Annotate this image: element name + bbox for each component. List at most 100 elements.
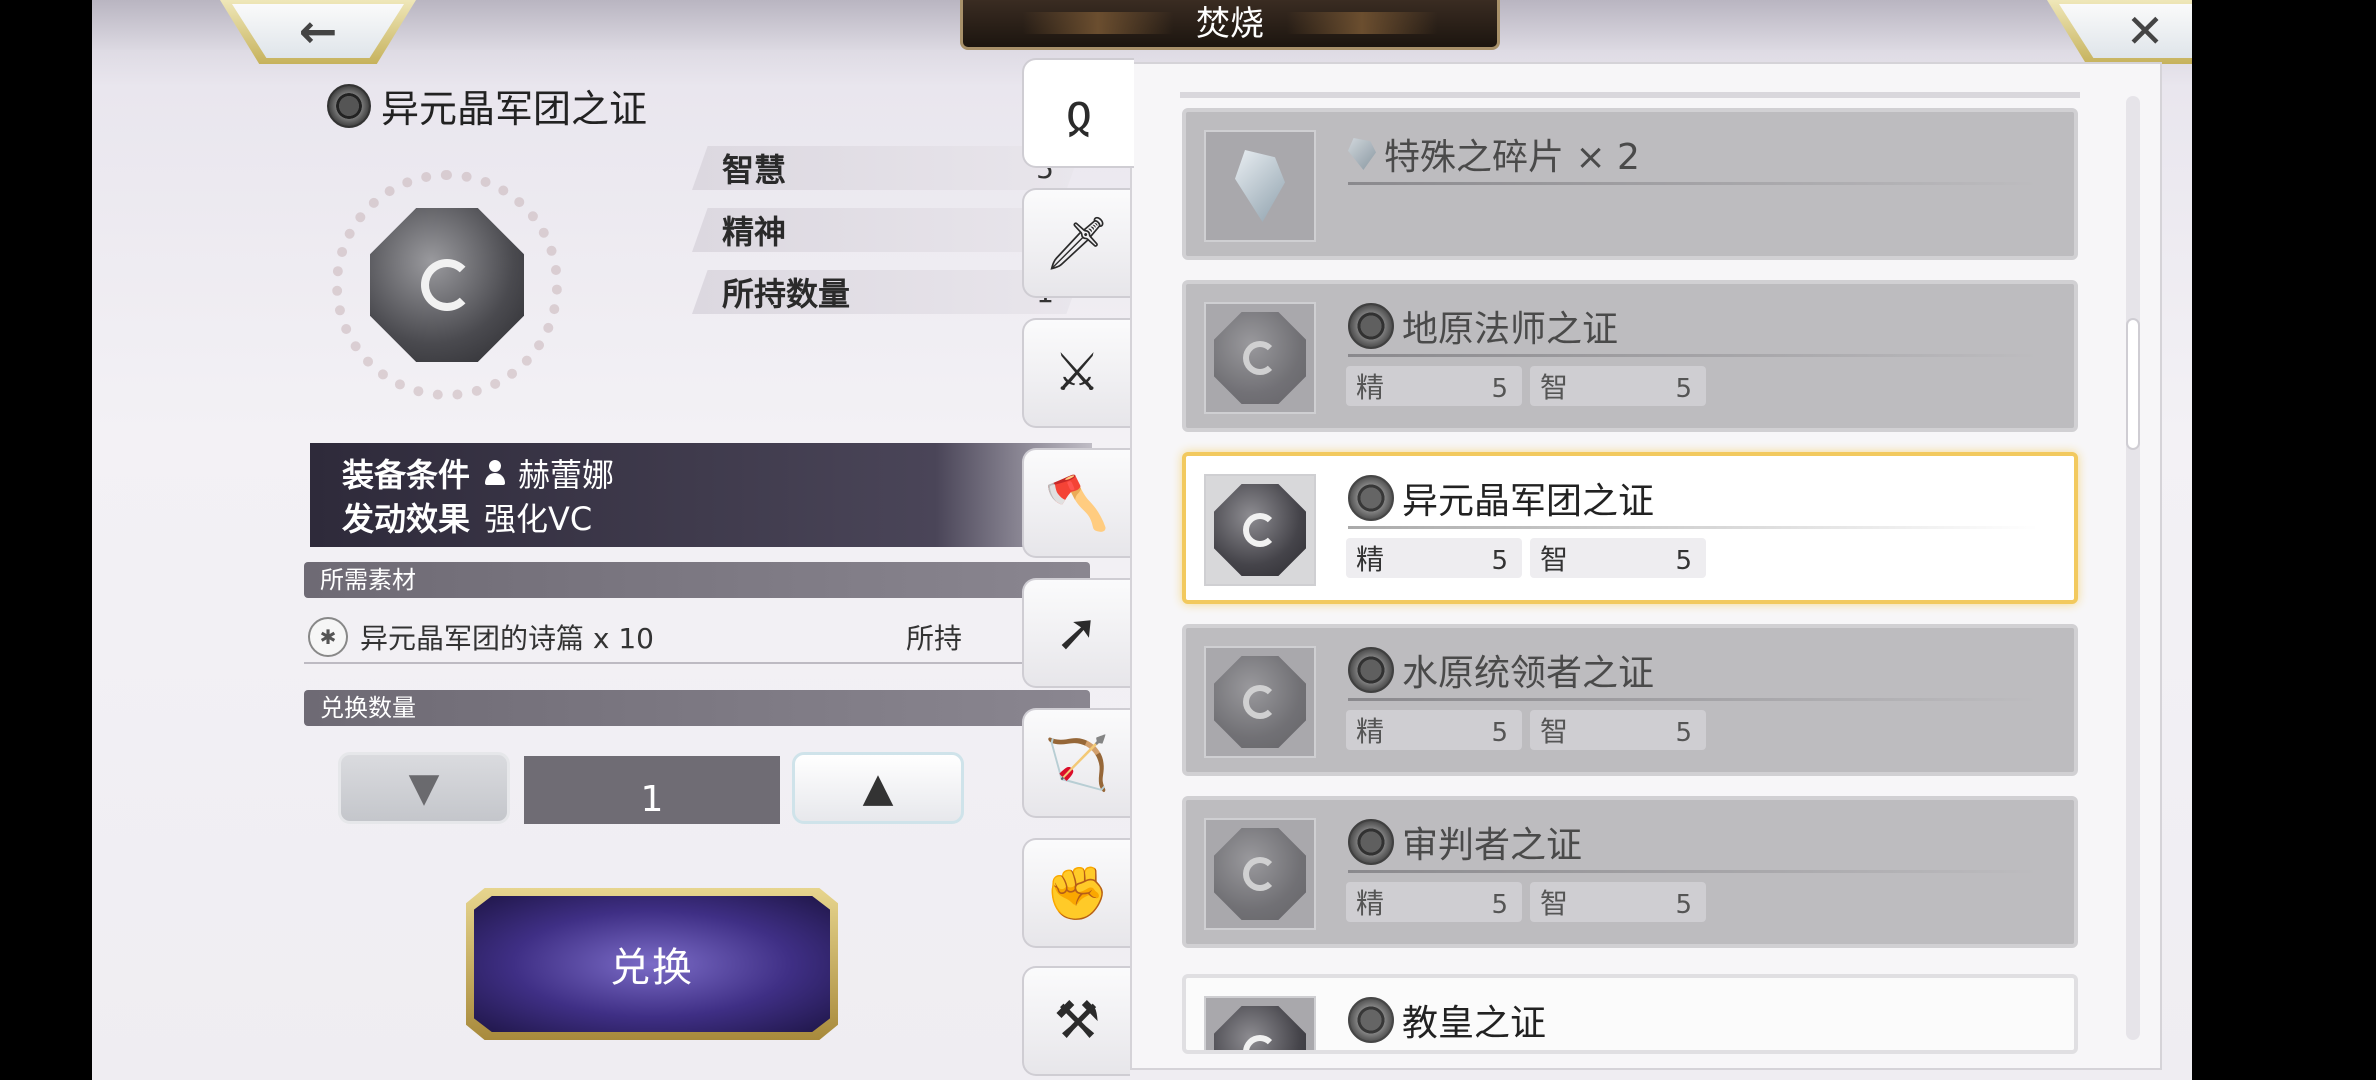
stat-value: 5 — [1491, 374, 1508, 404]
badge-emblem-icon — [1348, 475, 1394, 521]
stat-label: 智慧 — [722, 151, 787, 189]
tab-sword[interactable]: 🗡 — [1022, 188, 1130, 298]
crystal-shard-icon — [1235, 150, 1285, 222]
list-item-title: 水原统领者之证 — [1348, 644, 1654, 696]
gem-icon — [1214, 656, 1306, 748]
back-arrow-icon: ← — [232, 4, 404, 58]
exchange-button-label: 兑换 — [474, 896, 830, 1032]
stat-value: 5 — [1675, 546, 1692, 576]
exchange-button[interactable]: 兑换 — [466, 888, 838, 1040]
hammer-icon: ⚒ — [1053, 991, 1101, 1051]
item-thumbnail — [1204, 474, 1316, 586]
item-thumbnail — [1204, 302, 1316, 414]
stat-wisdom: 智5 — [1530, 710, 1706, 750]
increase-quantity-button[interactable]: ▲ — [792, 752, 964, 824]
character-icon — [484, 460, 506, 486]
list-item-pope[interactable]: 教皇之证 — [1182, 974, 2078, 1054]
close-icon: ✕ — [2059, 4, 2192, 58]
stat-spirit: 精5 — [1346, 538, 1522, 578]
stat-wisdom: 智5 — [1530, 882, 1706, 922]
list-item-title: 特殊之碎片 × 2 — [1348, 128, 1640, 180]
tab-spear[interactable]: ➚ — [1022, 578, 1130, 688]
item-thumbnail — [1204, 996, 1316, 1050]
stat-value: 5 — [1675, 890, 1692, 920]
list-item-special-shard[interactable]: 特殊之碎片 × 2 — [1182, 108, 2078, 260]
stat-value: 5 — [1675, 718, 1692, 748]
equip-conditions-panel: 装备条件 赫蕾娜 发动效果 强化VC — [310, 443, 1092, 547]
list-item-divider — [1348, 526, 2038, 529]
swirl-icon — [1243, 857, 1277, 891]
list-item-title: 教皇之证 — [1348, 994, 1546, 1046]
gem-icon — [1214, 312, 1306, 404]
list-scrollbar[interactable] — [2126, 96, 2140, 1040]
effect-value: 强化VC — [484, 500, 593, 538]
list-item-name: 特殊之碎片 × 2 — [1384, 137, 1640, 178]
tab-fist[interactable]: ✊ — [1022, 838, 1130, 948]
badge-emblem-icon — [1348, 303, 1394, 349]
tome-icon: ✱ — [308, 617, 348, 657]
chevron-up-icon: ▲ — [862, 765, 894, 811]
stat-label: 精 — [1356, 371, 1385, 404]
equip-condition-value: 赫蕾娜 — [518, 456, 615, 494]
swirl-icon — [1243, 685, 1277, 719]
stat-value: 5 — [1491, 546, 1508, 576]
list-item-earth-mage[interactable]: 地原法师之证 精5 智5 — [1182, 280, 2078, 432]
stat-value: 5 — [1675, 374, 1692, 404]
list-item-judge[interactable]: 审判者之证 精5 智5 — [1182, 796, 2078, 948]
materials-header: 所需素材 — [304, 562, 1090, 598]
item-thumbnail — [1204, 646, 1316, 758]
badge-emblem-icon — [1348, 647, 1394, 693]
game-screen: ← 焚烧 ✕ 异元晶军团之证 智慧 5 精神 5 所持数量 1 装备条件 赫蕾娜… — [92, 0, 2192, 1080]
stat-wisdom: 智5 — [1530, 538, 1706, 578]
material-row: ✱ 异元晶军团的诗篇 x 10 所持 23 — [304, 612, 1090, 664]
stat-wisdom: 智5 — [1530, 366, 1706, 406]
list-item-divider — [1348, 354, 2038, 357]
material-name: 异元晶军团的诗篇 x 10 — [360, 622, 655, 655]
equip-condition-label: 装备条件 — [342, 456, 471, 494]
tab-bow[interactable]: 🏹 — [1022, 708, 1130, 818]
staff-icon: ჲ — [1065, 83, 1093, 143]
dagger-icon: ⚔ — [1053, 343, 1101, 403]
stat-label: 所持数量 — [722, 275, 851, 313]
equip-condition-row: 装备条件 赫蕾娜 — [342, 451, 1092, 495]
list-divider — [1180, 92, 2080, 98]
effect-label: 发动效果 — [342, 500, 471, 538]
decrease-quantity-button[interactable]: ▼ — [338, 752, 510, 824]
item-thumbnail — [1204, 130, 1316, 242]
gem-icon — [1214, 484, 1306, 576]
back-button[interactable]: ← — [220, 0, 416, 64]
close-button[interactable]: ✕ — [2047, 0, 2192, 64]
tab-hammer[interactable]: ⚒ — [1022, 966, 1130, 1076]
stat-label: 智 — [1540, 715, 1569, 748]
list-item-divider — [1348, 182, 2038, 185]
gem-icon — [1214, 828, 1306, 920]
gem-icon — [370, 208, 524, 362]
swirl-icon — [421, 259, 473, 311]
shard-icon — [1348, 138, 1376, 170]
badge-emblem-icon — [1348, 819, 1394, 865]
stat-spirit: 精5 — [1346, 710, 1522, 750]
tab-axe[interactable]: 🪓 — [1022, 448, 1130, 558]
spear-icon: ➚ — [1055, 603, 1099, 663]
tab-dagger[interactable]: ⚔ — [1022, 318, 1130, 428]
quantity-value: 1 — [524, 756, 780, 824]
axe-icon: 🪓 — [1044, 473, 1110, 534]
list-item-name: 异元晶军团之证 — [1402, 481, 1655, 522]
scrollbar-thumb[interactable] — [2126, 318, 2140, 450]
stat-label: 精神 — [722, 213, 787, 251]
list-item-water-commander[interactable]: 水原统领者之证 精5 智5 — [1182, 624, 2078, 776]
stat-value: 5 — [1491, 718, 1508, 748]
stat-spirit: 精5 — [1346, 366, 1522, 406]
badge-emblem-icon — [1348, 997, 1394, 1043]
stat-label: 智 — [1540, 887, 1569, 920]
stat-value: 5 — [1491, 890, 1508, 920]
stat-label: 智 — [1540, 543, 1569, 576]
list-item-title: 异元晶军团之证 — [1348, 472, 1654, 524]
page-title: 焚烧 — [960, 0, 1500, 50]
item-gem-image — [332, 170, 562, 400]
list-item-divider — [1348, 698, 2038, 701]
tab-staff[interactable]: ჲ — [1022, 58, 1134, 168]
list-item-title: 审判者之证 — [1348, 816, 1582, 868]
list-item-heterocrystal-legion[interactable]: 异元晶军团之证 精5 智5 — [1182, 452, 2078, 604]
effect-row: 发动效果 强化VC — [342, 495, 1092, 539]
